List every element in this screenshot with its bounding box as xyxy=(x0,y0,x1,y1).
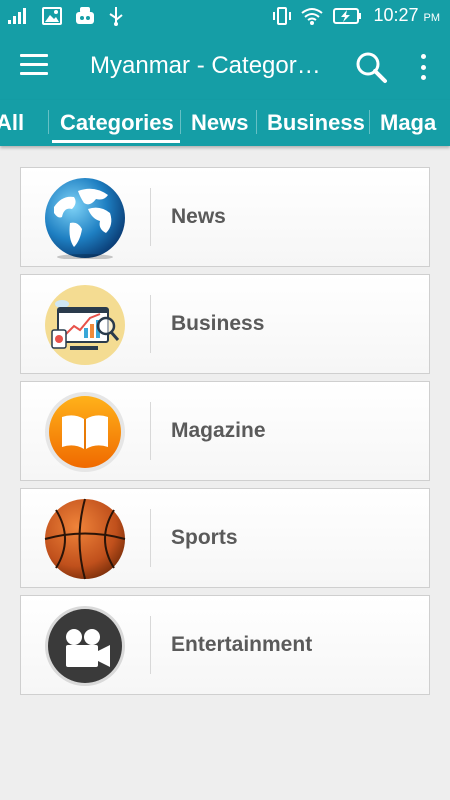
tab-bar: All Categories News Business Maga xyxy=(0,100,450,146)
status-bar: 10:27 PM xyxy=(0,0,450,32)
category-item-magazine[interactable]: Magazine xyxy=(20,381,430,481)
game-icon xyxy=(76,7,94,24)
globe-icon xyxy=(45,178,125,259)
page-title: Myanmar - Categor… xyxy=(90,52,321,79)
usb-icon xyxy=(109,7,123,26)
card-divider xyxy=(150,402,151,460)
video-camera-icon xyxy=(45,606,125,686)
category-label: News xyxy=(171,205,226,228)
tab-divider xyxy=(180,110,181,134)
category-item-sports[interactable]: Sports xyxy=(20,488,430,588)
category-label: Magazine xyxy=(171,419,266,442)
notification-icons xyxy=(8,6,124,26)
card-divider xyxy=(150,295,151,353)
signal-icon xyxy=(8,8,26,24)
category-label: Entertainment xyxy=(171,633,313,656)
tab-categories[interactable]: Categories xyxy=(60,110,174,136)
category-item-news[interactable]: News xyxy=(20,167,430,267)
search-icon[interactable] xyxy=(354,50,388,84)
tab-business[interactable]: Business xyxy=(267,110,365,136)
tab-divider xyxy=(256,110,257,134)
image-icon xyxy=(42,7,62,25)
tab-divider xyxy=(48,110,49,134)
tab-indicator xyxy=(52,140,180,143)
tab-news[interactable]: News xyxy=(191,110,248,136)
category-list: News Business Magazine Sports Entertainm… xyxy=(20,167,430,702)
system-icons: 10:27 PM xyxy=(273,5,440,26)
category-label: Business xyxy=(171,312,265,335)
category-item-entertainment[interactable]: Entertainment xyxy=(20,595,430,695)
battery-charging-icon xyxy=(333,7,362,24)
wifi-icon xyxy=(301,7,324,25)
menu-icon[interactable] xyxy=(20,54,48,78)
more-options-icon[interactable] xyxy=(418,54,428,80)
status-time: 10:27 PM xyxy=(373,5,440,25)
vibrate-icon xyxy=(273,6,292,25)
tab-magazine[interactable]: Maga xyxy=(380,110,436,136)
category-item-business[interactable]: Business xyxy=(20,274,430,374)
category-label: Sports xyxy=(171,526,238,549)
basketball-icon xyxy=(44,498,126,580)
card-divider xyxy=(150,509,151,567)
tab-divider xyxy=(369,110,370,134)
app-bar: Myanmar - Categor… xyxy=(0,32,450,100)
book-icon xyxy=(45,392,125,472)
card-divider xyxy=(150,616,151,674)
tab-all[interactable]: All xyxy=(0,110,24,136)
business-chart-icon xyxy=(45,285,125,365)
card-divider xyxy=(150,188,151,246)
